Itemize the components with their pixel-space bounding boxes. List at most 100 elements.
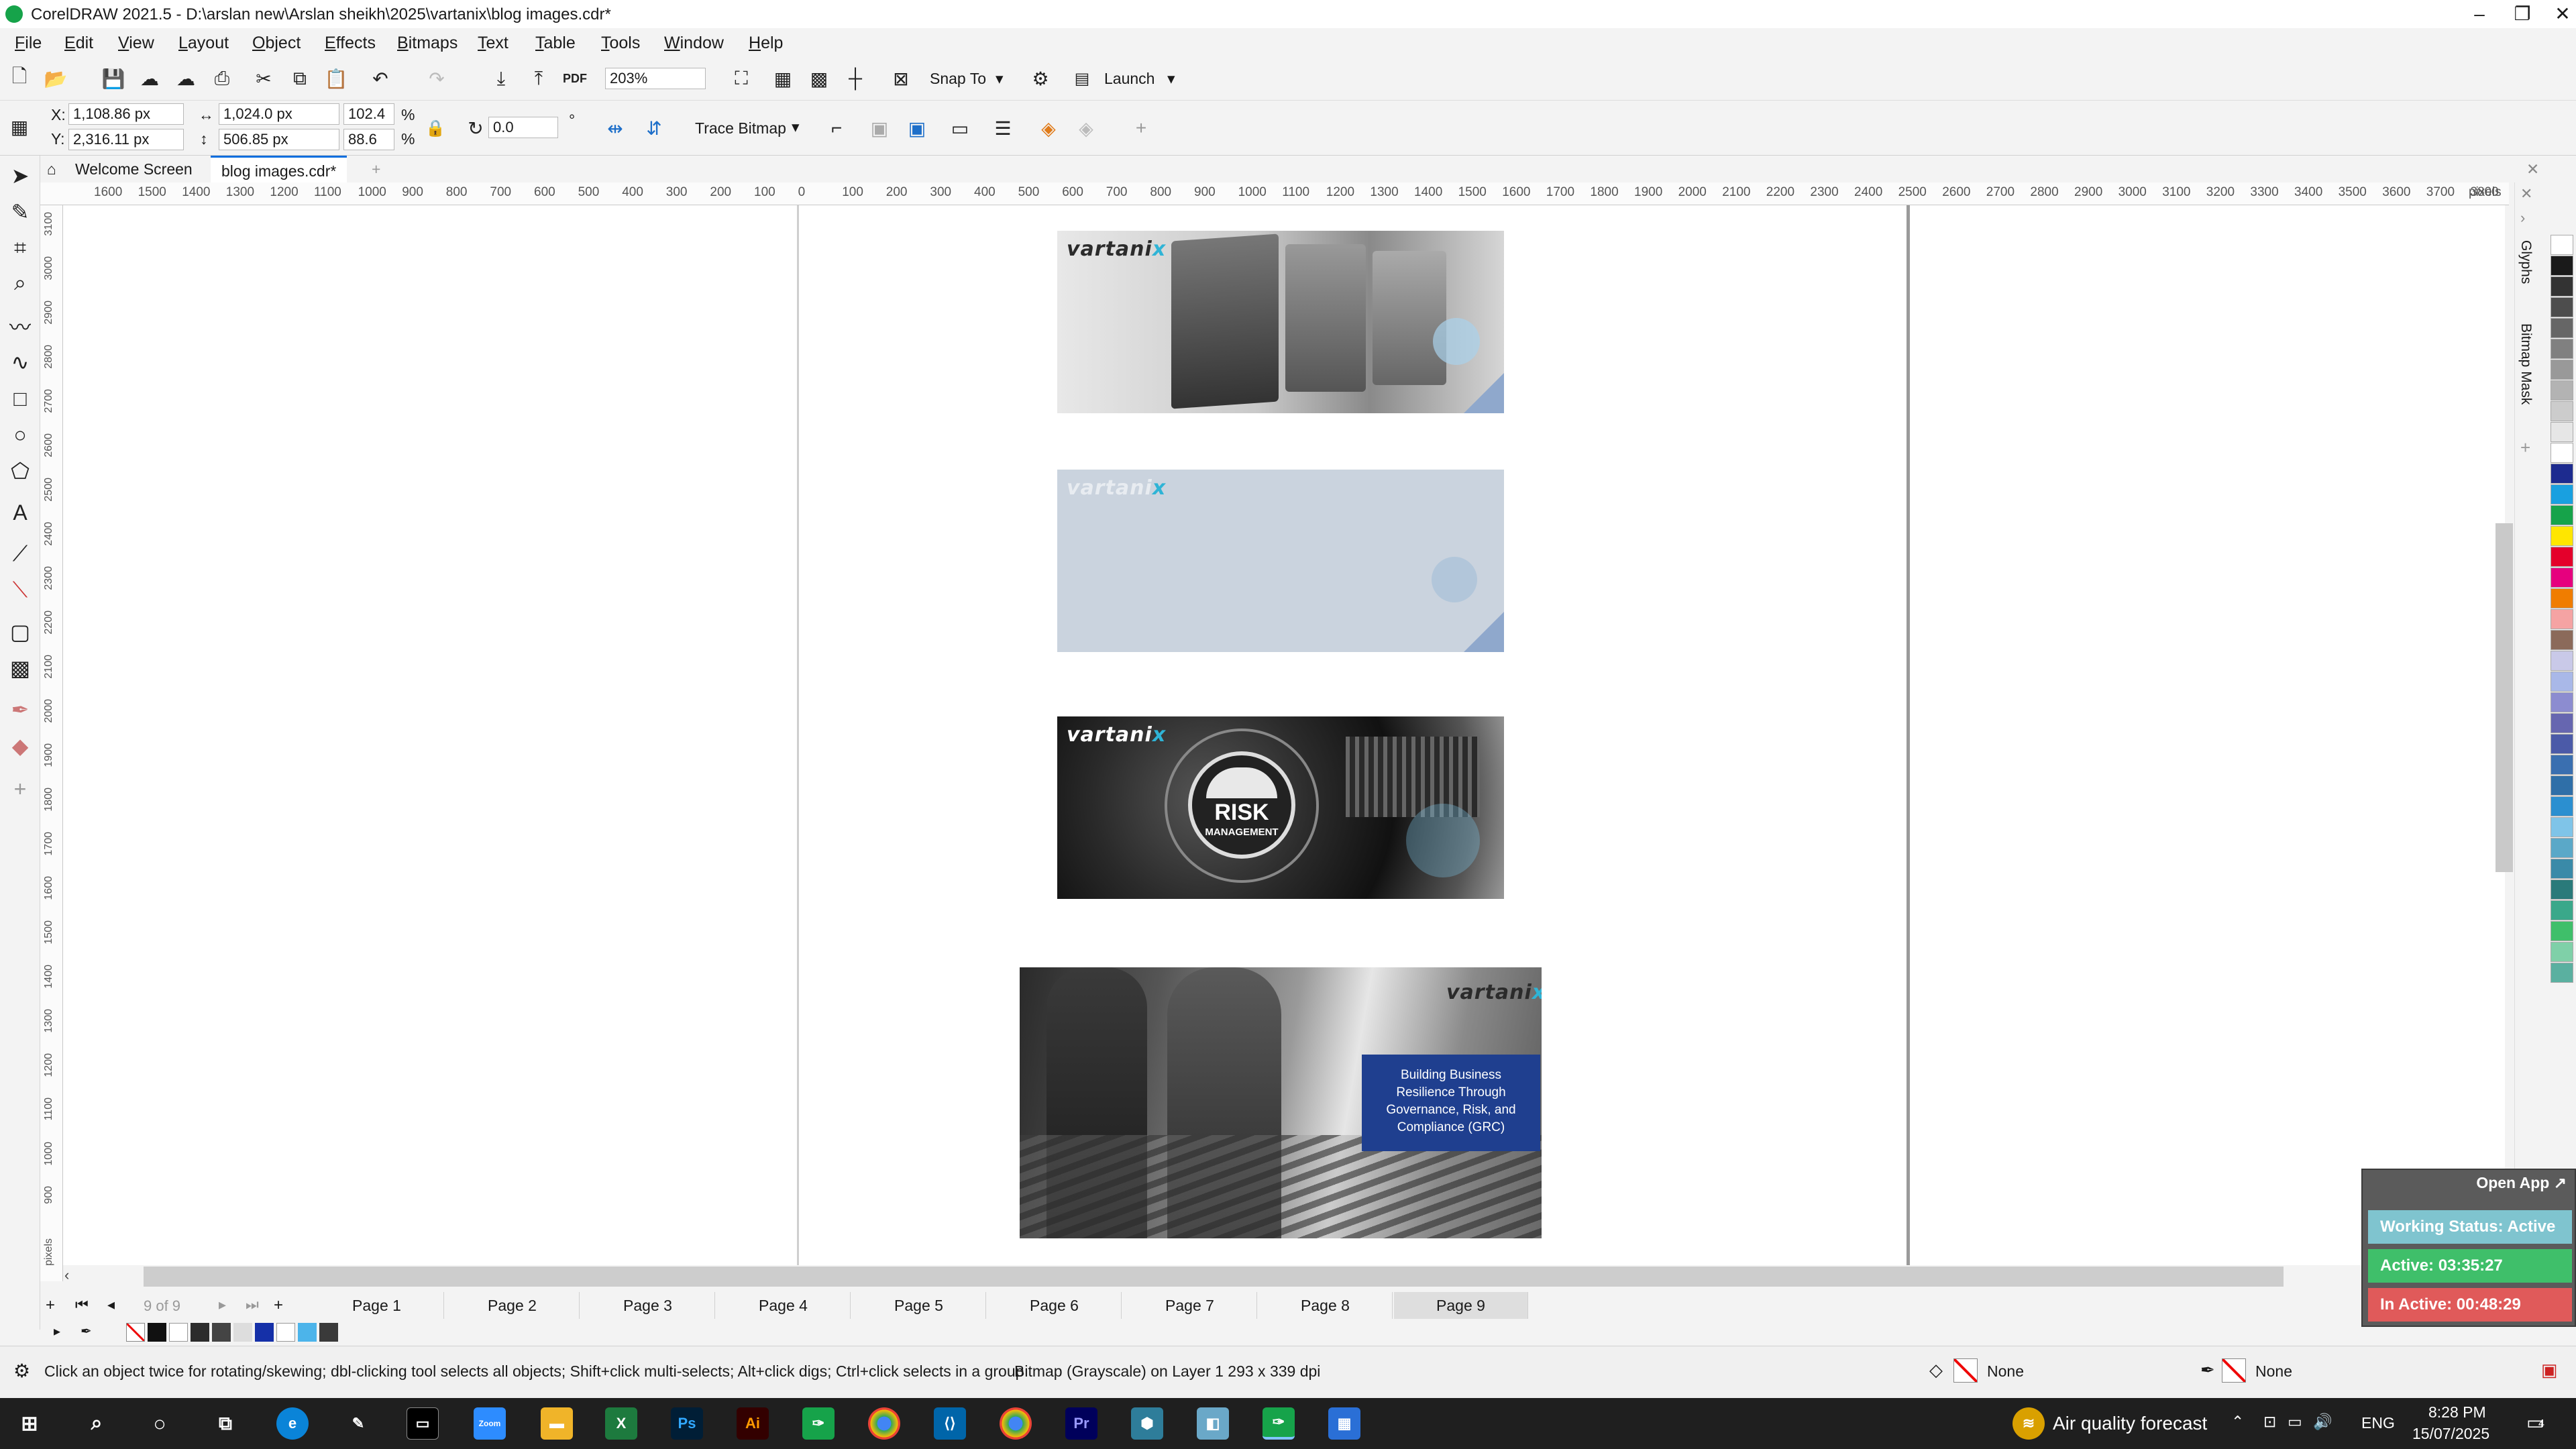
page-tab-9[interactable]: Page 9 xyxy=(1394,1292,1528,1319)
palette-swatch[interactable] xyxy=(2551,422,2573,442)
docker-arrow-icon[interactable]: › xyxy=(2520,209,2525,227)
open-app-link[interactable]: Open App ↗ xyxy=(2476,1174,2567,1192)
outline-pen-icon[interactable]: ✒ xyxy=(2200,1360,2215,1381)
tray-chevron-icon[interactable]: ⌃ xyxy=(2231,1413,2244,1431)
page-tab-2[interactable]: Page 2 xyxy=(445,1292,580,1319)
page-tab-3[interactable]: Page 3 xyxy=(581,1292,715,1319)
snap-to-chevron-icon[interactable]: ▾ xyxy=(996,70,1004,88)
photoshop-icon[interactable]: Ps xyxy=(671,1407,703,1440)
palette-swatch[interactable] xyxy=(2551,401,2573,421)
menu-object[interactable]: Object xyxy=(252,34,301,53)
swatch-black[interactable] xyxy=(148,1323,166,1342)
drawing-canvas[interactable]: vartanix vartanix RISK MANAGEMENT vartan… xyxy=(63,205,2505,1265)
last-page-icon[interactable]: ⏭ xyxy=(246,1296,259,1313)
dimension-tool-icon[interactable]: ⟋ xyxy=(5,539,35,569)
horizontal-ruler[interactable]: 1600 1500 1400 1300 1200 1100 1000 900 800 700 600… xyxy=(40,182,2509,205)
scroll-left-icon[interactable]: ‹ xyxy=(64,1267,69,1284)
palette-swatch[interactable] xyxy=(2551,775,2573,796)
rectangle-tool-icon[interactable]: □ xyxy=(5,384,35,413)
coreldraw-taskbar-icon[interactable]: ✑ xyxy=(802,1407,835,1440)
palette-swatch[interactable] xyxy=(2551,276,2573,297)
palette-swatch[interactable] xyxy=(2551,609,2573,629)
palette-swatch[interactable] xyxy=(2551,318,2573,338)
show-grid-icon[interactable]: ▩ xyxy=(805,64,833,93)
no-color-swatch[interactable] xyxy=(126,1323,145,1342)
zoom-app-icon[interactable]: Zoom xyxy=(474,1407,506,1440)
rotation-field[interactable]: 0.0 xyxy=(488,117,558,138)
close-docker-icon[interactable]: ✕ xyxy=(2520,185,2532,203)
palette-swatch[interactable] xyxy=(2551,339,2573,359)
network-icon[interactable]: ▭ xyxy=(2288,1413,2302,1431)
snap-off-icon[interactable]: ⊠ xyxy=(887,64,915,93)
crop-tool-icon[interactable]: ⌗ xyxy=(5,233,35,263)
close-window-button[interactable]: ✕ xyxy=(2542,3,2576,25)
swatch-white-2[interactable] xyxy=(276,1323,295,1342)
page-tab-7[interactable]: Page 7 xyxy=(1123,1292,1257,1319)
vertical-scrollbar[interactable] xyxy=(2494,208,2514,1268)
menu-edit[interactable]: Edit xyxy=(64,34,93,53)
resample-icon[interactable]: ▣ xyxy=(903,114,931,142)
menu-file[interactable]: File xyxy=(15,34,42,53)
palette-swatch[interactable] xyxy=(2551,443,2573,463)
menu-table[interactable]: Table xyxy=(535,34,576,53)
edge-browser-icon[interactable]: e xyxy=(276,1407,309,1440)
outline-swatch[interactable] xyxy=(2222,1358,2246,1383)
blog-image-3[interactable]: RISK MANAGEMENT vartanix xyxy=(1057,716,1504,899)
palette-swatch[interactable] xyxy=(2551,568,2573,588)
blog-image-4[interactable]: Building Business Resilience Through Gov… xyxy=(1020,967,1542,1238)
lock-ratio-icon[interactable]: 🔒 xyxy=(421,114,449,142)
show-guidelines-icon[interactable]: ┼ xyxy=(841,64,869,93)
vscode-icon[interactable]: ⟨⟩ xyxy=(934,1407,966,1440)
eyedropper-icon[interactable]: ✒ xyxy=(80,1323,92,1340)
app-folder-icon[interactable]: ◧ xyxy=(1197,1407,1229,1440)
swatch-sky[interactable] xyxy=(298,1323,317,1342)
options-gear-icon[interactable]: ⚙ xyxy=(1026,64,1055,93)
scale-width-field[interactable]: 102.4 xyxy=(343,103,394,125)
search-icon[interactable]: ⌕ xyxy=(80,1407,113,1440)
paste-icon[interactable]: 📋 xyxy=(322,64,350,93)
tray-app-icon[interactable]: ⊡ xyxy=(2263,1413,2276,1431)
pen-app-icon[interactable]: ✎ xyxy=(342,1407,374,1440)
undo-icon[interactable]: ↶ xyxy=(366,64,394,93)
zoom-tool-icon[interactable]: ⌕ xyxy=(5,268,35,298)
transparency-tool-icon[interactable]: ▩ xyxy=(5,653,35,683)
palette-menu-icon[interactable]: ▸ xyxy=(54,1323,60,1340)
new-document-icon[interactable]: 🗋 xyxy=(5,64,34,93)
copy-icon[interactable]: ⧉ xyxy=(286,64,314,93)
menu-window[interactable]: Window xyxy=(664,34,724,53)
page-tab-6[interactable]: Page 6 xyxy=(987,1292,1122,1319)
crop-bitmap-icon[interactable]: ⌐ xyxy=(822,114,851,142)
palette-swatch[interactable] xyxy=(2551,963,2573,983)
trace-bitmap-dropdown[interactable]: Trace Bitmap xyxy=(695,119,786,138)
open-folder-icon[interactable]: 📂 xyxy=(42,64,70,93)
text-tool-icon[interactable]: A xyxy=(5,498,35,527)
page-tab-5[interactable]: Page 5 xyxy=(852,1292,986,1319)
add-property-icon[interactable]: + xyxy=(1127,114,1155,142)
tab-blog-images[interactable]: blog images.cdr* xyxy=(211,156,347,182)
page-tab-8[interactable]: Page 8 xyxy=(1258,1292,1393,1319)
to-front-icon[interactable]: ◈ xyxy=(1034,114,1063,142)
palette-swatch[interactable] xyxy=(2551,838,2573,858)
weather-icon[interactable]: ≋ xyxy=(2012,1407,2045,1440)
home-icon[interactable]: ⌂ xyxy=(40,156,67,182)
launch-dropdown[interactable]: Launch xyxy=(1104,70,1155,88)
palette-swatch[interactable] xyxy=(2551,755,2573,775)
swatch-dark[interactable] xyxy=(191,1323,209,1342)
vertical-ruler[interactable]: 3100 3000 2900 2800 2700 2600 2500 2400 2300 2200… xyxy=(40,205,63,1281)
palette-swatch[interactable] xyxy=(2551,256,2573,276)
zoom-level-field[interactable]: 203% xyxy=(605,68,706,89)
chrome-icon[interactable] xyxy=(868,1407,900,1440)
swatch-charcoal[interactable] xyxy=(319,1323,338,1342)
menu-help[interactable]: Help xyxy=(749,34,783,53)
freehand-tool-icon[interactable]: 〰 xyxy=(5,311,35,341)
y-position-field[interactable]: 2,316.11 px xyxy=(68,129,184,150)
swatch-light-gray[interactable] xyxy=(233,1323,252,1342)
weather-text[interactable]: Air quality forecast xyxy=(2053,1413,2207,1434)
menu-bitmaps[interactable]: Bitmaps xyxy=(397,34,458,53)
terminal-icon[interactable]: ▭ xyxy=(407,1407,439,1440)
palette-swatch[interactable] xyxy=(2551,900,2573,920)
palette-swatch[interactable] xyxy=(2551,859,2573,879)
swatch-blue[interactable] xyxy=(255,1323,274,1342)
x-position-field[interactable]: 1,108.86 px xyxy=(68,103,184,125)
add-docker-icon[interactable]: + xyxy=(2520,437,2530,458)
